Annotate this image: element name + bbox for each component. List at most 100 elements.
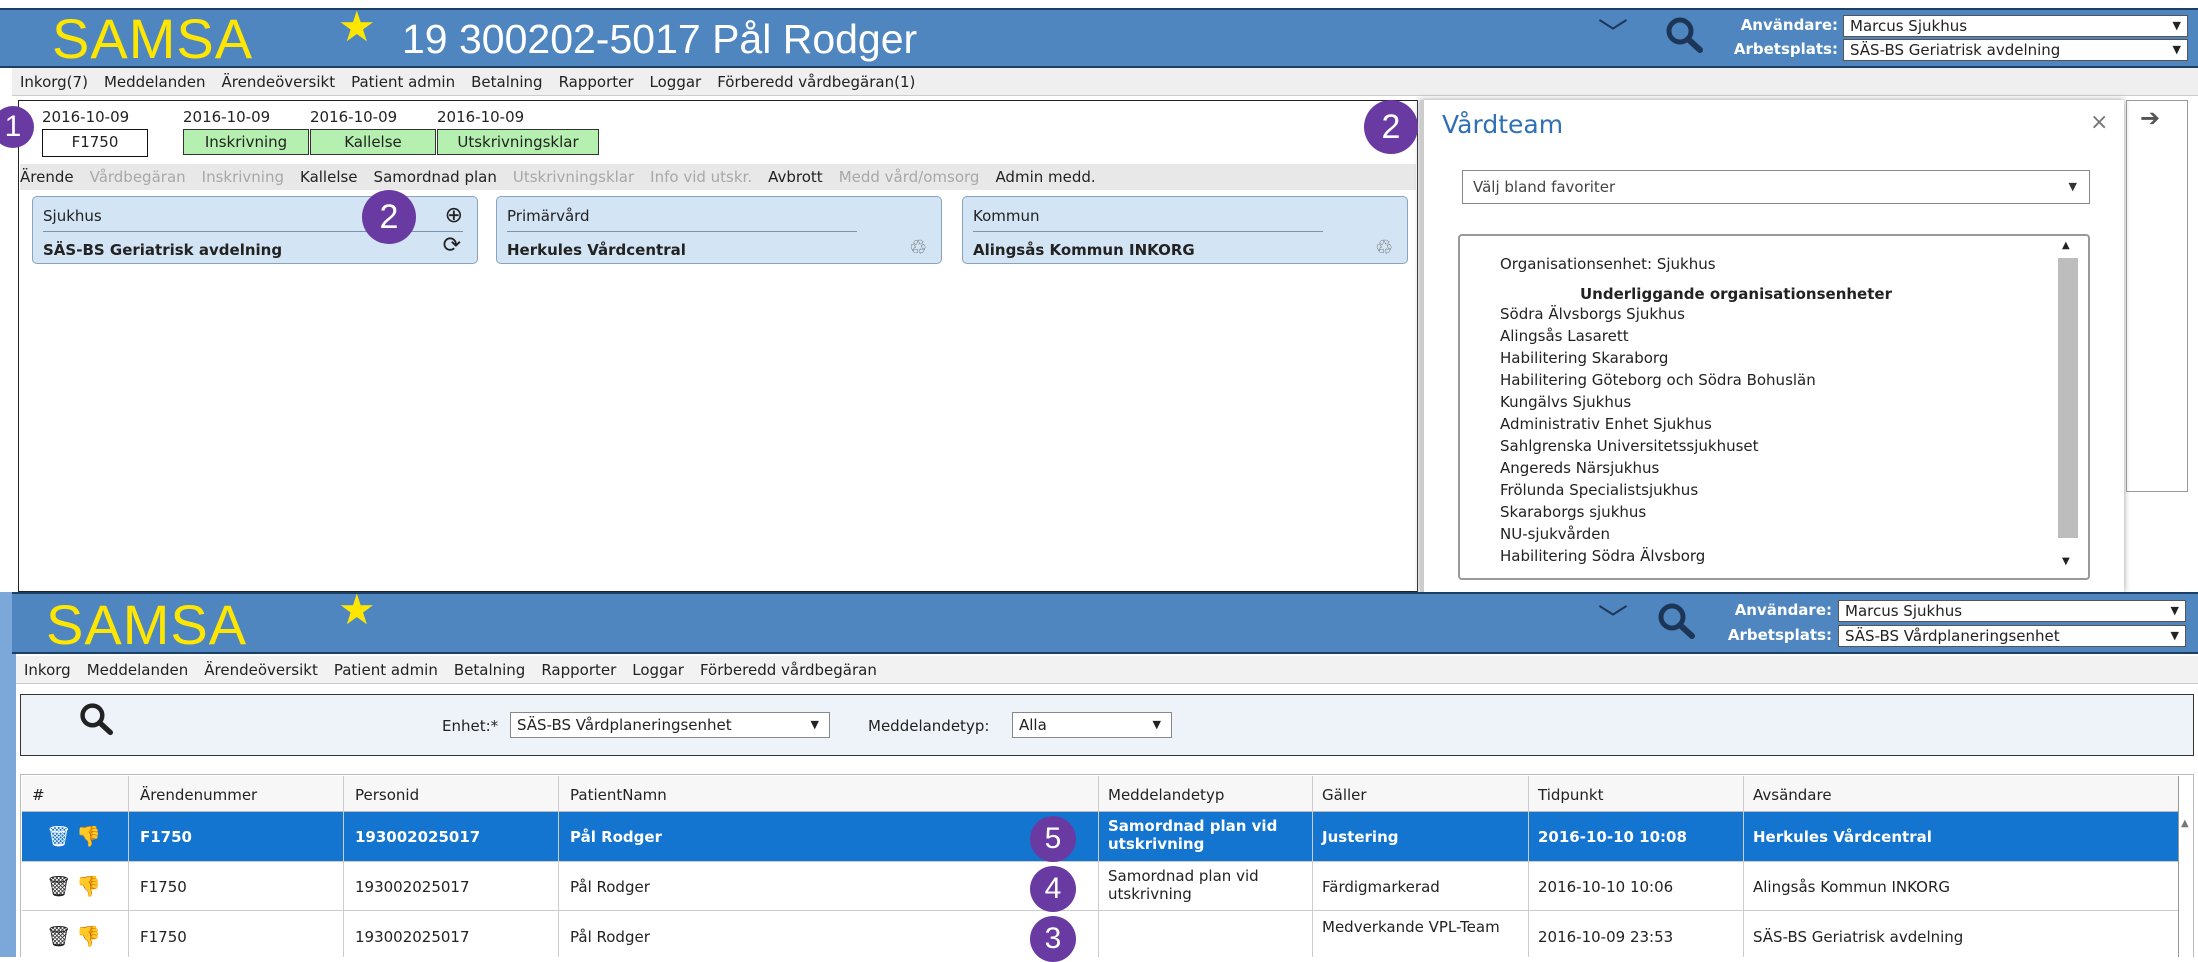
search-icon[interactable] [78,702,114,740]
card-kommun[interactable]: Kommun Alingsås Kommun INKORG ♲ [962,196,1408,264]
scroll-down-icon[interactable]: ▼ [2062,556,2070,567]
tab-samordnad-plan[interactable]: Samordnad plan [366,164,505,190]
menu-forberedd-vardbegaran[interactable]: Förberedd vårdbegäran [692,656,885,684]
add-circle-icon[interactable]: ⊕ [445,203,463,228]
user-label: Användare: [1740,16,1838,34]
menu-loggar[interactable]: Loggar [624,656,692,684]
column-divider [128,776,129,957]
workplace-select[interactable]: SÄS-BS Vårdplaneringsenhet ▼ [1838,625,2186,647]
col-header[interactable]: # [32,786,45,804]
workplace-select[interactable]: SÄS-BS Geriatrisk avdelning ▼ [1843,39,2188,61]
user-select[interactable]: Marcus Sjukhus ▼ [1843,15,2188,37]
tab-kallelse[interactable]: Kallelse [292,164,366,190]
cell-time: 2016-10-09 23:53 [1538,928,1674,946]
tag-inskrivning[interactable]: Inskrivning [183,129,309,155]
cell-regarding: Justering [1322,828,1399,846]
menu-inkorg[interactable]: Inkorg [16,656,79,684]
search-icon[interactable] [1664,16,1704,58]
org-unit-label: Organisationsenhet: Sjukhus [1500,255,1716,273]
menu-patient-admin[interactable]: Patient admin [326,656,446,684]
thumbs-down-icon[interactable]: 👎 [76,874,101,898]
col-header[interactable]: Meddelandetyp [1108,786,1224,804]
cell-case: F1750 [140,878,187,896]
menu-meddelanden[interactable]: Meddelanden [96,68,214,96]
org-unit-item[interactable]: Alingsås Lasarett [1500,325,1816,347]
user-label: Användare: [1734,601,1832,619]
col-header[interactable]: Ärendenummer [140,786,257,804]
org-unit-item[interactable]: NU-sjukvården [1500,523,1816,545]
delete-icon[interactable]: 🗑 [46,924,71,948]
menu-rapporter[interactable]: Rapporter [533,656,624,684]
scrollbar-thumb[interactable] [2058,258,2078,538]
cell-case: F1750 [140,828,192,846]
org-unit-item[interactable]: Habilitering Göteborg och Södra Bohuslän [1500,369,1816,391]
case-id-box[interactable]: F1750 [42,129,148,157]
cycle-icon[interactable]: ♲ [1375,235,1393,259]
org-unit-item[interactable]: Södra Älvsborgs Sjukhus [1500,303,1816,325]
card-value: Herkules Vårdcentral [507,241,686,259]
chevron-down-icon[interactable]: ﹀ [1598,18,1628,52]
scroll-up-icon[interactable]: ▲ [2181,818,2189,829]
thumbs-down-icon[interactable]: 👎 [76,924,101,948]
menu-patient-admin[interactable]: Patient admin [343,68,463,96]
cycle-icon[interactable]: ♲ [909,235,927,259]
org-unit-item[interactable]: Sahlgrenska Universitetssjukhuset [1500,435,1816,457]
org-unit-item[interactable]: Skaraborgs sjukhus [1500,501,1816,523]
org-unit-item[interactable]: Administrativ Enhet Sjukhus [1500,413,1816,435]
column-divider [558,776,559,957]
user-select-value: Marcus Sjukhus [1845,602,1963,620]
chevron-down-icon[interactable]: ﹀ [1598,604,1628,638]
menu-betalning[interactable]: Betalning [446,656,533,684]
menu-meddelanden[interactable]: Meddelanden [79,656,197,684]
tag-kallelse[interactable]: Kallelse [310,129,436,155]
col-header[interactable]: PatientNamn [570,786,667,804]
refresh-icon[interactable]: ⟳ [443,233,461,258]
org-unit-item[interactable]: Angereds Närsjukhus [1500,457,1816,479]
tag-utskrivningsklar[interactable]: Utskrivningsklar [437,129,599,155]
cell-sender: SÄS-BS Geriatrisk avdelning [1753,928,1964,946]
msgtype-select[interactable]: Alla ▼ [1012,712,1172,738]
col-header[interactable]: Avsändare [1753,786,1832,804]
card-primarvard[interactable]: Primärvård Herkules Vårdcentral ♲ [496,196,942,264]
col-header[interactable]: Gäller [1322,786,1367,804]
menu-rapporter[interactable]: Rapporter [551,68,642,96]
delete-icon[interactable]: 🗑 [46,874,71,898]
org-unit-item[interactable]: Habilitering Södra Älvsborg [1500,545,1816,567]
msgtype-label: Meddelandetyp: [868,717,990,735]
dropdown-arrow-icon: ▼ [2068,180,2077,193]
scroll-up-icon[interactable]: ▲ [2062,240,2070,251]
search-icon[interactable] [1656,602,1696,644]
unit-select[interactable]: SÄS-BS Vårdplaneringsenhet ▼ [510,712,830,738]
annotation-badge: 2 [1364,100,1418,154]
close-icon[interactable]: × [2090,110,2108,135]
favorite-star-icon[interactable]: ★ [338,6,376,48]
menu-forberedd-vardbegaran[interactable]: Förberedd vårdbegäran(1) [709,68,923,96]
favorite-star-icon[interactable]: ★ [338,589,376,631]
tag-date: 2016-10-09 [310,108,398,126]
col-header[interactable]: Personid [355,786,419,804]
delete-icon[interactable]: 🗑 [46,824,71,848]
tab-info-vid-utskr: Info vid utskr. [650,168,753,186]
tab-avbrott[interactable]: Avbrott [760,164,831,190]
menu-arendeoversikt[interactable]: Ärendeöversikt [214,68,344,96]
org-unit-item[interactable]: Habilitering Skaraborg [1500,347,1816,369]
user-select[interactable]: Marcus Sjukhus ▼ [1838,600,2186,622]
org-unit-item[interactable]: Kungälvs Sjukhus [1500,391,1816,413]
tab-arende[interactable]: Ärende [20,164,82,190]
menu-loggar[interactable]: Loggar [642,68,710,96]
card-title: Kommun [973,207,1040,225]
menu-betalning[interactable]: Betalning [463,68,550,96]
org-unit-item[interactable]: Frölunda Specialistsjukhus [1500,479,1816,501]
cell-name: Pål Rodger [570,828,662,846]
cell-case: F1750 [140,928,187,946]
thumbs-down-icon[interactable]: 👎 [76,824,101,848]
favorites-select[interactable]: Välj bland favoriter ▼ [1462,170,2090,204]
workplace-label: Arbetsplats: [1733,40,1838,58]
menu-arendeoversikt[interactable]: Ärendeöversikt [196,656,326,684]
menu-inkorg[interactable]: Inkorg(7) [12,68,96,96]
tab-admin-medd[interactable]: Admin medd. [987,164,1103,190]
bottom-menu: Inkorg Meddelanden Ärendeöversikt Patient a… [16,656,2198,684]
unit-select-value: SÄS-BS Vårdplaneringsenhet [517,716,732,734]
arrow-right-icon[interactable]: ➔ [2140,104,2160,132]
col-header[interactable]: Tidpunkt [1538,786,1604,804]
